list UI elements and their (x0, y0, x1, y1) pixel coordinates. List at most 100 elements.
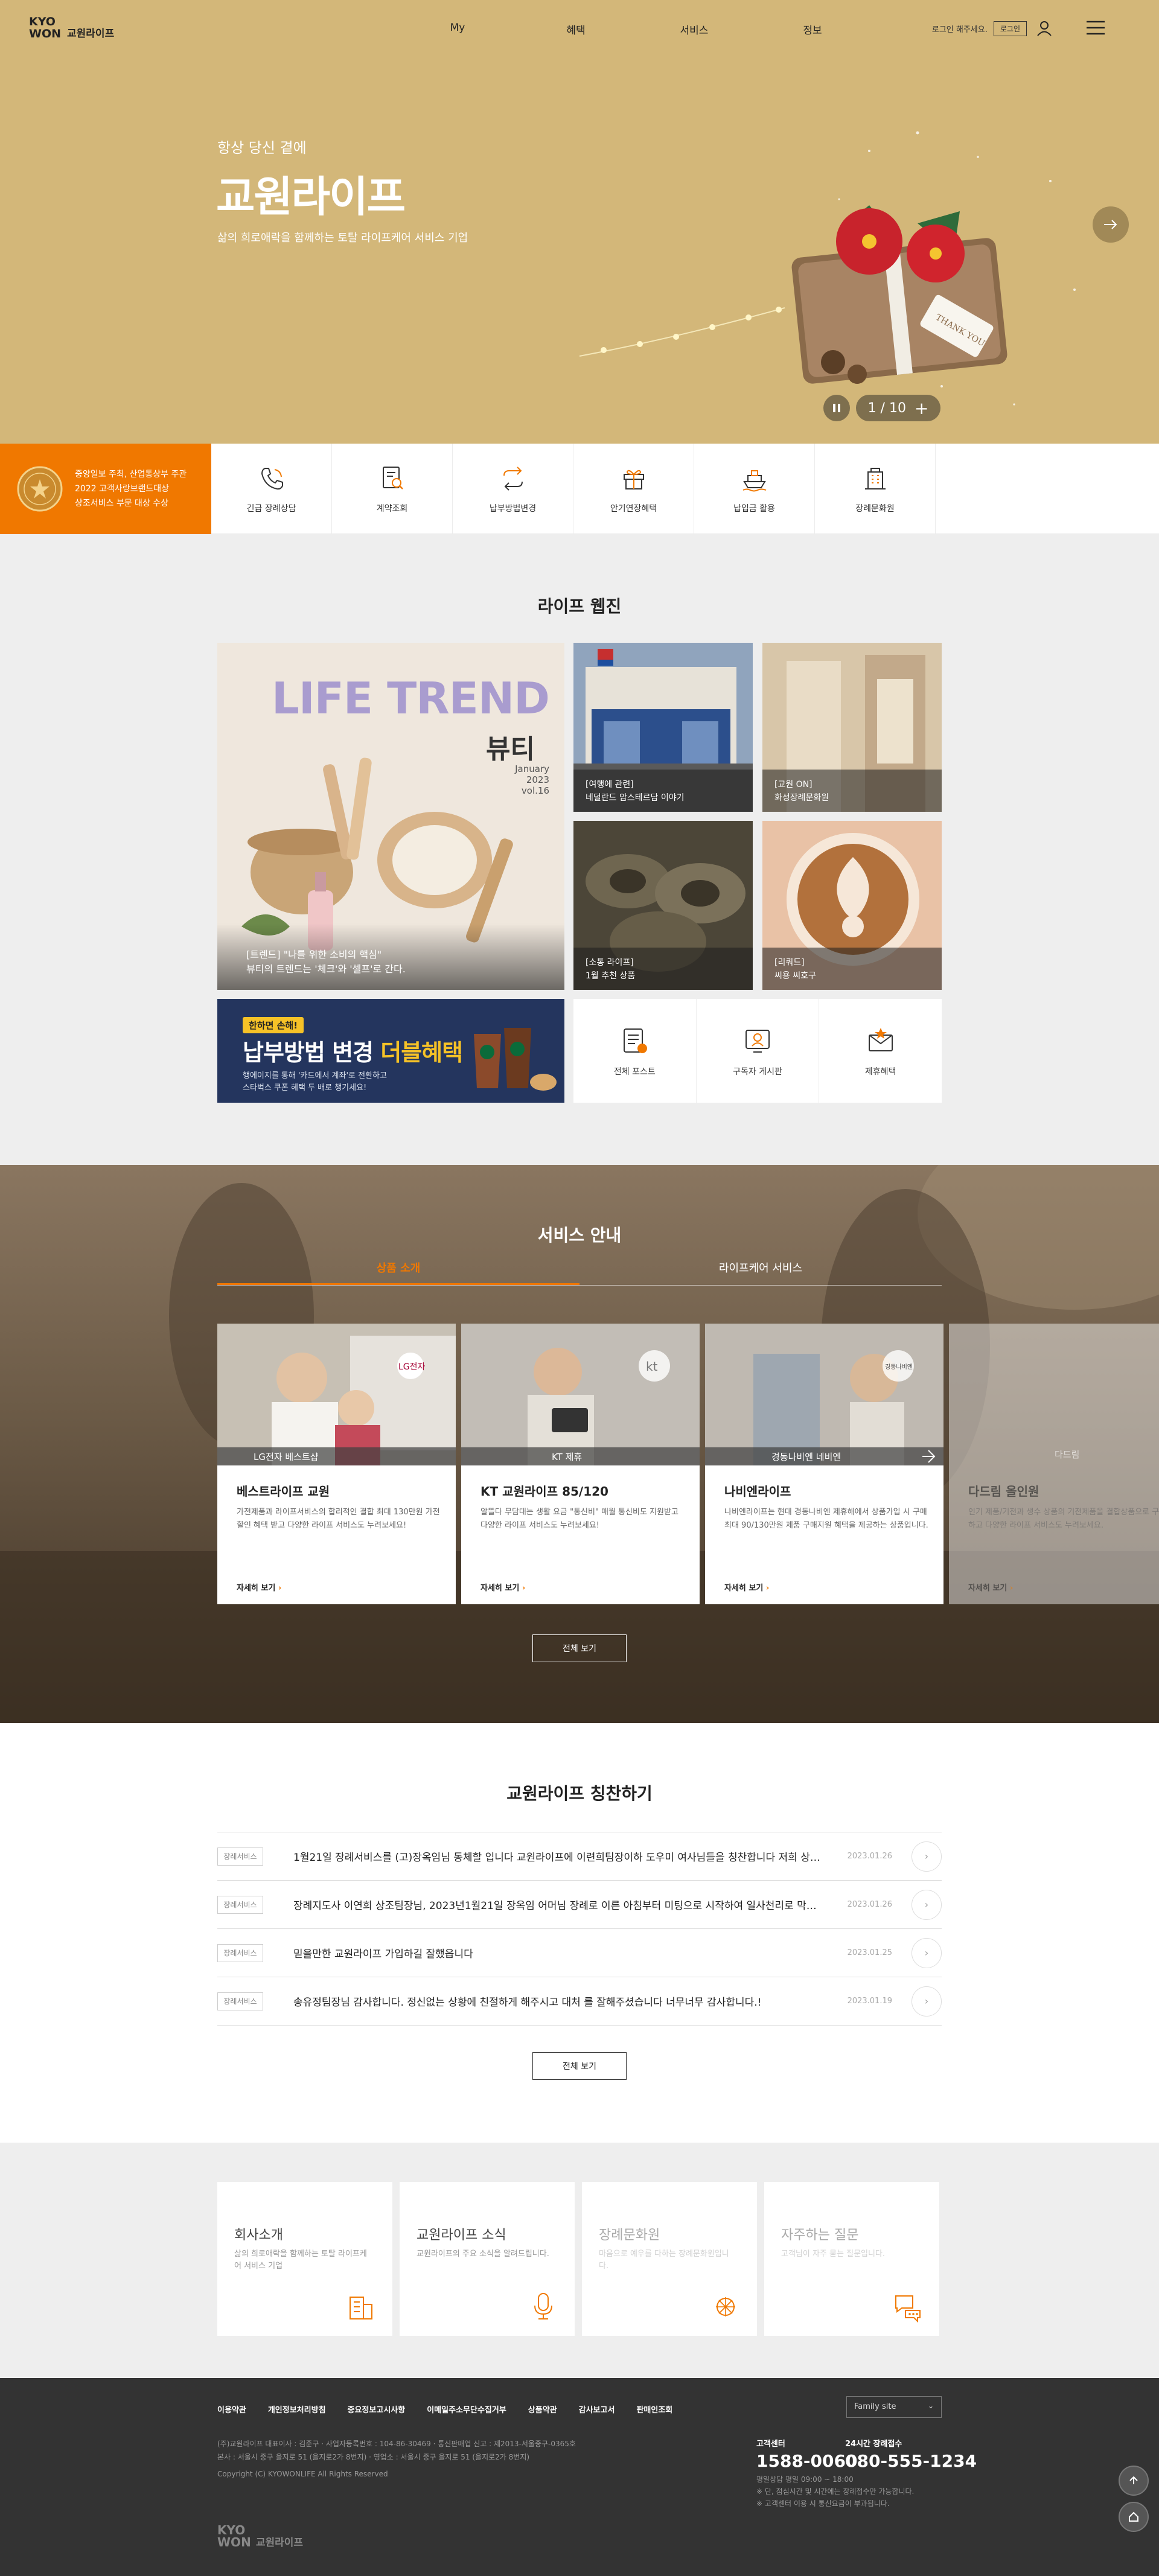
footer-logo: KYO WON 교원라이프 (217, 2523, 303, 2549)
cs-label: 고객센터 (756, 2440, 785, 2449)
nav-info[interactable]: 정보 (753, 22, 872, 37)
card-name: 베스트라이프 교원 (237, 1484, 330, 1499)
quick-contract-inquiry[interactable]: 계약조회 (332, 444, 453, 534)
footer-link-email-refusal[interactable]: 이메일주소무단수집거부 (427, 2403, 506, 2415)
praise-list: 장례서비스 1월21일 장례서비스를 (고)장옥임님 동체할 입니다 교원라이프… (217, 1832, 942, 2026)
footer-link-seller[interactable]: 판매인조회 (636, 2403, 672, 2415)
praise-row[interactable]: 장례서비스 장례지도사 이연희 상조팀장님, 2023년1월21일 장옥임 어머… (217, 1881, 942, 1929)
kt-overlay-text: KT 제휴 (552, 1452, 582, 1462)
hotline-number: 080-555-1234 (845, 2451, 977, 2471)
info-card-faq[interactable]: 자주하는 질문 고객님이 자주 묻는 질문입니다. (764, 2182, 939, 2336)
cs-notes: 평일상담 평일 09:00 ~ 18:00 ※ 단, 점심시간 및 시간에는 장… (756, 2473, 914, 2510)
tab-lifecare[interactable]: 라이프케어 서비스 (580, 1255, 942, 1285)
info-card-company[interactable]: 회사소개 삶의 희로애락을 함께하는 토탈 라이프케어 서비스 기업 (217, 2182, 392, 2336)
dadream-overlay-text: 다드림 (1055, 1449, 1080, 1460)
service-tabs: 상품 소개 라이프케어 서비스 (217, 1255, 942, 1286)
logo-mark: KYO WON (29, 16, 61, 40)
promo-headline: 납부방법 변경 더블혜택 (243, 1034, 463, 1067)
card-more-link[interactable]: 자세히 보기 › (724, 1581, 769, 1593)
service-view-all-button[interactable]: 전체 보기 (532, 1634, 627, 1662)
footer-link-terms[interactable]: 이용약관 (217, 2403, 246, 2415)
service-card-kt[interactable]: kt KT 제휴 KT 교원라이프 85/120 알뜰다 무담대는 생활 요금 … (461, 1324, 700, 1604)
family-site-select[interactable]: Family site ⌄ (846, 2396, 942, 2418)
footer-link-product-terms[interactable]: 상품약관 (528, 2403, 557, 2415)
chevron-right-icon[interactable]: › (912, 1841, 942, 1872)
footer-link-privacy[interactable]: 개인정보처리방침 (268, 2403, 326, 2415)
cruise-icon (742, 470, 766, 492)
more-label: 자세히 보기 (724, 1584, 764, 1593)
info-card-news[interactable]: 교원라이프 소식 교원라이프의 주요 소식을 알려드립니다. (400, 2182, 575, 2336)
service-title: 서비스 안내 (537, 1225, 622, 1245)
praise-row[interactable]: 장례서비스 믿을만한 교원라이프 가입하길 잘했읍니다 2023.01.25 › (217, 1929, 942, 1977)
subscriber-board-icon (746, 1030, 770, 1053)
service-card-bestlife[interactable]: LG전자 베스트샵 LG전자 베스트라이프 교원 가전제품과 라이프서비스의 합… (217, 1324, 456, 1604)
webzine-item-recipe[interactable]: [리쿼드] 씨용 씨호구 (762, 821, 942, 990)
info-cards-section: 회사소개 삶의 희로애락을 함께하는 토탈 라이프케어 서비스 기업 교원라이프… (0, 2143, 1159, 2378)
post-list-icon (624, 1028, 648, 1053)
webzine-main-caption: [트렌드] "나를 위한 소비의 핵심" 뷰티의 트렌드는 '체크'와 '셀프'… (217, 923, 564, 990)
promo-desc-line2: 스타벅스 쿠폰 혜택 두 배로 챙기세요! (243, 1083, 367, 1092)
arrow-up-icon (1129, 2476, 1138, 2484)
quick-payment-use[interactable]: 납입금 활용 (694, 444, 815, 534)
site-footer: 이용약관 개인정보처리방침 중요정보고시사항 이메일주소무단수집거부 상품약관 … (0, 2378, 1159, 2576)
tab-products[interactable]: 상품 소개 (217, 1255, 580, 1285)
navien-product-photo: 경동나비엔 경동나비엔 네비엔 (705, 1324, 943, 1465)
hero-next-button[interactable] (1093, 206, 1129, 243)
card-more-link[interactable]: 자세히 보기 › (968, 1581, 1013, 1593)
category-tag: 장례서비스 (217, 1895, 263, 1914)
payment-change-promo-banner[interactable]: 한하면 손해! 납부방법 변경 더블혜택 행에이지를 통해 '카드에서 계좌'로… (217, 999, 564, 1103)
user-icon[interactable] (1036, 21, 1052, 36)
quick-menu-bar: 중앙일보 주최, 산업통상부 주관 2022 고객사랑브랜드대상 상조서비스 부… (0, 444, 1159, 534)
hero-pause-button[interactable] (823, 395, 850, 421)
praise-row[interactable]: 장례서비스 1월21일 장례서비스를 (고)장옥임님 동체할 입니다 교원라이프… (217, 1832, 942, 1881)
quick-funeral-center[interactable]: 장례문화원 (815, 444, 936, 534)
hero-view-all-icon[interactable]: + (915, 398, 928, 418)
subscriber-board-link[interactable]: 구독자 게시판 (697, 999, 820, 1103)
chevron-right-icon[interactable]: › (912, 1986, 942, 2016)
quick-extension-benefit[interactable]: 안기연장혜택 (573, 444, 694, 534)
chevron-right-icon[interactable]: › (912, 1937, 942, 1968)
praise-view-all-button[interactable]: 전체 보기 (532, 2052, 627, 2080)
webzine-main-category: 뷰티 (486, 734, 535, 765)
webzine-item-travel[interactable]: [여행에 관련] 네덜란드 암스테르담 이야기 (573, 643, 753, 812)
webzine-item-funeral-center[interactable]: [교원 ON] 화성장례문화원 (762, 643, 942, 812)
partner-benefit-link[interactable]: 제휴혜택 (819, 999, 942, 1103)
praise-title: 교원라이프 칭찬하기 (506, 1784, 653, 1803)
nav-my[interactable]: My (398, 22, 517, 37)
webzine-main-card[interactable]: LIFE TREND 뷰티 January 2023 vol.16 [트렌드] … (217, 643, 564, 990)
home-icon (1129, 2511, 1138, 2522)
login-button[interactable]: 로그인 (993, 21, 1027, 36)
card-more-link[interactable]: 자세히 보기 › (237, 1581, 281, 1593)
nav-benefits[interactable]: 혜택 (517, 22, 635, 37)
nav-services[interactable]: 서비스 (635, 22, 753, 37)
scroll-top-button[interactable] (1119, 2466, 1149, 2496)
info-card-title: 자주하는 질문 (781, 2228, 859, 2243)
service-card-navien[interactable]: 경동나비엔 경동나비엔 네비엔 나비엔라이프 나비엔라이프는 현대 경동나비엔 … (705, 1324, 943, 1604)
microphone-icon (534, 2293, 552, 2319)
quick-label: 안기연장혜택 (610, 504, 657, 514)
webzine-links: 전체 포스트 구독자 게시판 제휴혜택 (573, 999, 942, 1103)
card-name: 나비엔라이프 (724, 1484, 791, 1499)
footer-logo-line1: KYO (217, 2522, 246, 2537)
hero-gift-illustration: THANK YOU (579, 131, 1076, 406)
all-posts-link[interactable]: 전체 포스트 (573, 999, 697, 1103)
hamburger-menu-icon[interactable] (1087, 21, 1105, 35)
cs-note-line1: 평일상담 평일 09:00 ~ 18:00 (756, 2475, 854, 2484)
site-logo[interactable]: KYO WON 교원라이프 (29, 16, 114, 40)
info-card-funeral-center[interactable]: 장례문화원 마음으로 예우를 다하는 장례문화원입니다. (582, 2182, 757, 2336)
service-card-dadream[interactable]: 다드림 다드림 올인원 인기 제품/기전과 생수 상품의 기전제품을 결합상품으… (949, 1324, 1159, 1604)
webzine-item-product[interactable]: [소통 라이프] 1월 추천 상품 (573, 821, 753, 990)
footer-link-audit[interactable]: 감사보고서 (579, 2403, 615, 2415)
exchange-icon (503, 467, 523, 491)
quick-payment-change[interactable]: 납부방법변경 (453, 444, 573, 534)
praise-date: 2023.01.19 (847, 1997, 892, 2006)
family-site-label: Family site (854, 2402, 896, 2411)
quick-emergency-consult[interactable]: 긴급 장례상담 (211, 444, 332, 534)
chevron-right-icon[interactable]: › (912, 1889, 942, 1920)
company-info-line1: (주)교원라이프 대표이사 : 김준구 · 사업자등록번호 : 104-86-3… (217, 2440, 576, 2448)
praise-row[interactable]: 장례서비스 송유정팀장님 감사합니다. 정신없는 상황에 친절하게 해주시고 대… (217, 1977, 942, 2026)
card-more-link[interactable]: 자세히 보기 › (481, 1581, 525, 1593)
hero-description: 삶의 희로애락을 함께하는 토탈 라이프케어 서비스 기업 (217, 232, 468, 244)
home-button[interactable] (1119, 2502, 1149, 2532)
footer-link-notice[interactable]: 중요정보고시사항 (348, 2403, 406, 2415)
